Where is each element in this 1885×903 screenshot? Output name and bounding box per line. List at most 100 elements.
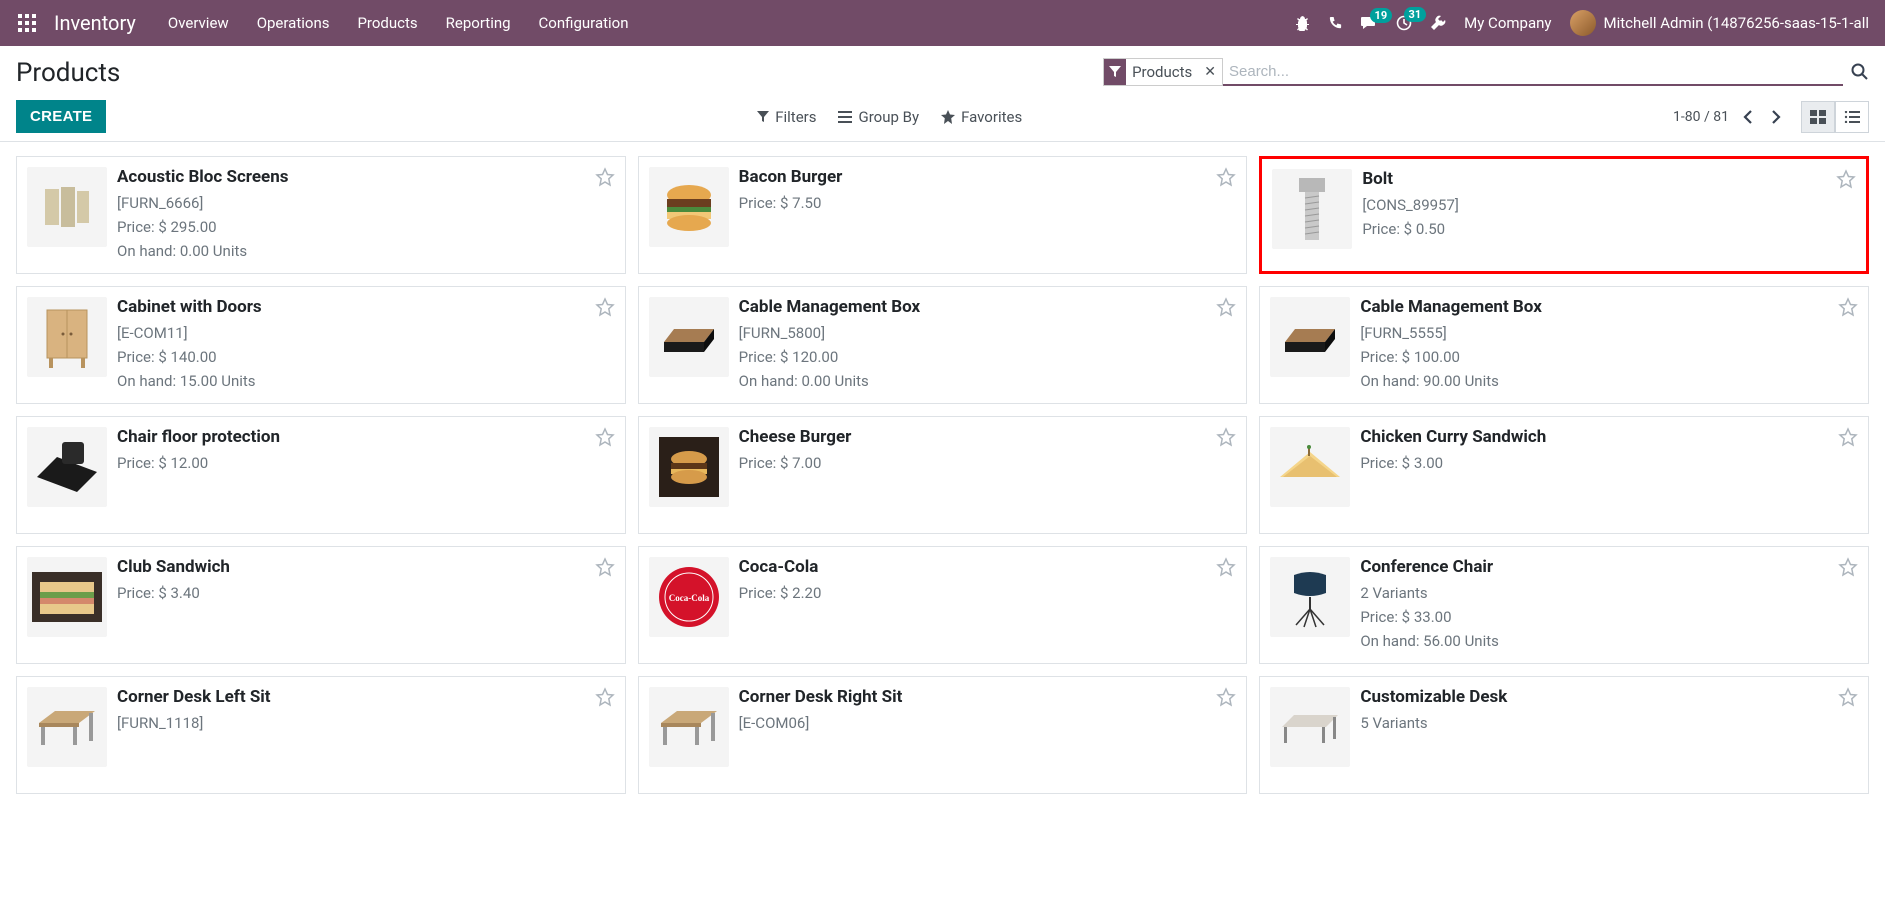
favorite-star-icon[interactable] [1216,687,1236,707]
product-price: Price: $ 7.50 [739,191,1237,215]
nav-operations[interactable]: Operations [257,14,330,32]
nav-configuration[interactable]: Configuration [539,14,629,32]
pager-prev[interactable] [1739,106,1757,128]
product-card[interactable]: Chair floor protection Price: $ 12.00 [16,416,626,534]
messaging-badge: 19 [1370,8,1393,23]
product-card[interactable]: Customizable Desk 5 Variants [1259,676,1869,794]
favorite-star-icon[interactable] [1216,557,1236,577]
product-price: Price: $ 3.00 [1360,451,1858,475]
product-body: Bacon Burger Price: $ 7.50 [739,167,1237,263]
product-price: Price: $ 12.00 [117,451,615,475]
kanban-view-button[interactable] [1801,101,1835,133]
search-bar: Products ✕ [1103,58,1869,86]
favorite-star-icon[interactable] [1216,427,1236,447]
favorite-star-icon[interactable] [595,427,615,447]
product-ref: [FURN_1118] [117,711,615,735]
product-ref: [FURN_5555] [1360,321,1858,345]
create-button[interactable]: CREATE [16,100,106,133]
debug-icon[interactable] [1294,15,1310,31]
control-panel: Products Products ✕ CREATE Filters [0,46,1885,142]
favorite-star-icon[interactable] [1838,687,1858,707]
company-selector[interactable]: My Company [1464,14,1551,32]
favorite-star-icon[interactable] [1838,297,1858,317]
groupby-dropdown[interactable]: Group By [838,108,919,126]
product-onhand: On hand: 56.00 Units [1360,629,1858,653]
main-navbar: Inventory Overview Operations Products R… [0,0,1885,46]
product-card[interactable]: Acoustic Bloc Screens[FURN_6666]Price: $… [16,156,626,274]
product-price: Price: $ 140.00 [117,345,615,369]
product-body: Conference Chair2 VariantsPrice: $ 33.00… [1360,557,1858,653]
favorite-star-icon[interactable] [595,297,615,317]
product-card[interactable]: Cabinet with Doors [E-COM11]Price: $ 140.… [16,286,626,404]
product-image [1270,557,1350,637]
user-menu[interactable]: Mitchell Admin (14876256-saas-15-1-all [1570,10,1870,36]
product-body: Corner Desk Left Sit [FURN_1118] [117,687,615,783]
nav-products[interactable]: Products [357,14,417,32]
product-name: Coca-Cola [739,557,1237,577]
facet-remove[interactable]: ✕ [1198,64,1222,80]
favorite-star-icon[interactable] [1216,167,1236,187]
apps-icon[interactable] [16,12,38,34]
nav-reporting[interactable]: Reporting [446,14,511,32]
product-card[interactable]: Bacon Burger Price: $ 7.50 [638,156,1248,274]
product-card[interactable]: Chicken Curry SandwichPrice: $ 3.00 [1259,416,1869,534]
favorite-star-icon[interactable] [1838,557,1858,577]
messaging-icon[interactable]: 19 [1361,16,1378,31]
favorites-dropdown[interactable]: Favorites [941,108,1022,126]
product-variants: 5 Variants [1360,711,1858,735]
product-card[interactable]: Club SandwichPrice: $ 3.40 [16,546,626,664]
product-ref: [CONS_89957] [1362,193,1856,217]
product-body: Chair floor protection Price: $ 12.00 [117,427,615,523]
product-ref: [FURN_6666] [117,191,615,215]
pager-next[interactable] [1767,106,1785,128]
favorite-star-icon[interactable] [1838,427,1858,447]
phone-icon[interactable] [1328,16,1343,31]
product-body: Customizable Desk 5 Variants [1360,687,1858,783]
product-name: Bacon Burger [739,167,1237,187]
product-image [649,427,729,507]
product-card[interactable]: Bolt[CONS_89957]Price: $ 0.50 [1259,156,1869,274]
product-card[interactable]: Cheese BurgerPrice: $ 7.00 [638,416,1248,534]
tools-icon[interactable] [1430,15,1446,31]
product-card[interactable]: Cable Management Box[FURN_5555]Price: $ … [1259,286,1869,404]
app-brand[interactable]: Inventory [54,11,136,35]
product-ref: [E-COM06] [739,711,1237,735]
product-price: Price: $ 0.50 [1362,217,1856,241]
product-image [27,167,107,247]
product-card[interactable]: Cable Management Box[FURN_5800]Price: $ … [638,286,1248,404]
product-body: Cabinet with Doors [E-COM11]Price: $ 140.… [117,297,615,393]
product-name: Customizable Desk [1360,687,1858,707]
product-ref: [E-COM11] [117,321,615,345]
favorite-star-icon[interactable] [1216,297,1236,317]
pager-value[interactable]: 1-80 / 81 [1673,109,1729,125]
product-body: Cable Management Box[FURN_5555]Price: $ … [1360,297,1858,393]
filters-dropdown[interactable]: Filters [757,108,816,126]
activity-badge: 31 [1404,7,1427,22]
favorite-star-icon[interactable] [1836,169,1856,189]
pager: 1-80 / 81 [1673,106,1785,128]
favorite-star-icon[interactable] [595,687,615,707]
search-input[interactable] [1223,59,1843,86]
product-card[interactable]: Coca-ColaCoca-ColaPrice: $ 2.20 [638,546,1248,664]
product-card[interactable]: Conference Chair2 VariantsPrice: $ 33.00… [1259,546,1869,664]
product-name: Cabinet with Doors [117,297,615,317]
product-image [27,557,107,637]
nav-overview[interactable]: Overview [168,14,229,32]
search-icon[interactable] [1851,63,1869,81]
product-card[interactable]: Corner Desk Left Sit [FURN_1118] [16,676,626,794]
product-image [27,297,107,377]
activity-icon[interactable]: 31 [1396,15,1412,31]
product-image [1272,169,1352,249]
product-body: Acoustic Bloc Screens[FURN_6666]Price: $… [117,167,615,263]
favorite-star-icon[interactable] [595,167,615,187]
product-price: Price: $ 2.20 [739,581,1237,605]
product-price: Price: $ 295.00 [117,215,615,239]
product-body: Corner Desk Right Sit[E-COM06] [739,687,1237,783]
list-view-button[interactable] [1835,101,1869,133]
product-card[interactable]: Corner Desk Right Sit[E-COM06] [638,676,1248,794]
product-name: Corner Desk Left Sit [117,687,615,707]
favorite-star-icon[interactable] [595,557,615,577]
product-image [1270,297,1350,377]
product-price: Price: $ 33.00 [1360,605,1858,629]
product-name: Chair floor protection [117,427,615,447]
